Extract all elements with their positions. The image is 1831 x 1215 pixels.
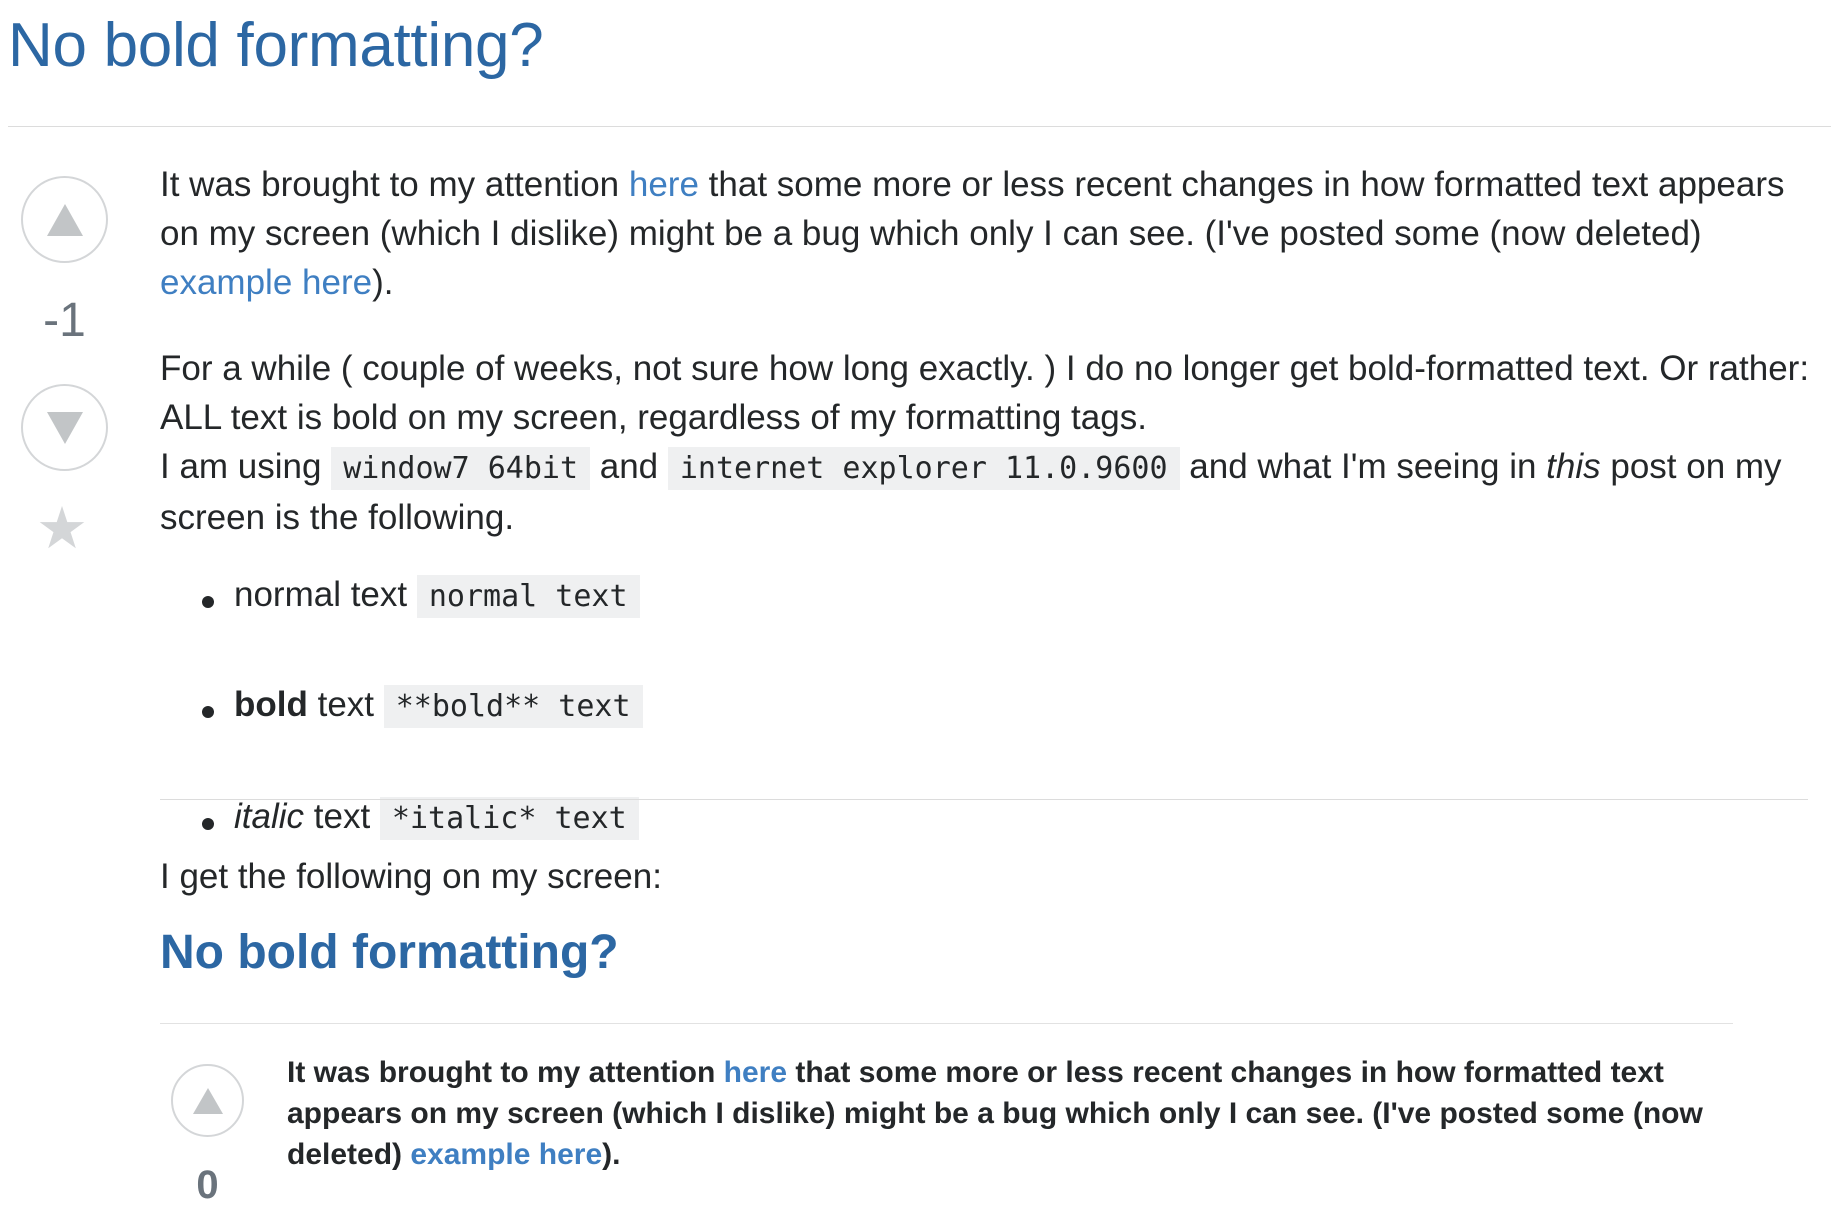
triangle-up-icon	[46, 203, 83, 236]
list-item: bold text **bold** text	[180, 684, 643, 728]
screenshot-title: No bold formatting?	[160, 926, 619, 979]
post-paragraph-1: It was brought to my attention here that…	[160, 160, 1820, 307]
inline-code: *italic* text	[379, 797, 639, 840]
text: ).	[372, 263, 394, 302]
text: text	[304, 797, 380, 836]
question-title[interactable]: No bold formatting?	[8, 10, 544, 81]
inline-code: **bold** text	[383, 685, 643, 728]
screenshot-vote-count: 0	[196, 1163, 219, 1207]
title-divider	[8, 126, 1831, 127]
screenshot-link-example-here: example here	[410, 1138, 603, 1171]
text: and what I'm seeing in	[1179, 447, 1547, 486]
text: normal	[234, 575, 341, 614]
formatting-list: normal text normal text bold text **bold…	[180, 574, 643, 840]
text: I am using	[160, 447, 332, 486]
star-icon[interactable]: ★	[36, 500, 88, 558]
screenshot-link-here: here	[723, 1056, 788, 1089]
text: text	[340, 575, 417, 614]
link-example-here[interactable]: example here	[160, 263, 372, 302]
inline-code-browser: internet explorer 11.0.9600	[667, 447, 1180, 490]
post-paragraph-2: For a while ( couple of weeks, not sure …	[160, 344, 1820, 542]
italic-text: italic	[234, 797, 305, 836]
link-here[interactable]: here	[629, 165, 699, 204]
screenshot-upvote	[171, 1064, 244, 1137]
text: It was brought to my attention	[287, 1056, 724, 1089]
downvote-button[interactable]	[21, 384, 108, 471]
triangle-up-icon	[192, 1087, 223, 1114]
text: text	[307, 685, 384, 724]
text: ).	[602, 1138, 621, 1171]
triangle-down-icon	[46, 411, 83, 444]
text: and	[590, 447, 668, 486]
emphasis-this: this	[1546, 447, 1601, 486]
text: For a while ( couple of weeks, not sure …	[160, 349, 1810, 437]
vote-count: -1	[43, 294, 86, 347]
post-paragraph-3: I get the following on my screen:	[160, 857, 662, 896]
horizontal-rule	[160, 799, 1808, 800]
screenshot-paragraph: It was brought to my attention here that…	[287, 1052, 1707, 1175]
list-item: italic text *italic* text	[180, 796, 643, 840]
upvote-button[interactable]	[21, 176, 108, 263]
list-item: normal text normal text	[180, 574, 643, 618]
bold-text: bold	[234, 685, 308, 724]
inline-code-os: window7 64bit	[331, 447, 591, 490]
screenshot-divider	[160, 1023, 1733, 1024]
text: It was brought to my attention	[160, 165, 629, 204]
inline-code: normal text	[416, 575, 640, 618]
